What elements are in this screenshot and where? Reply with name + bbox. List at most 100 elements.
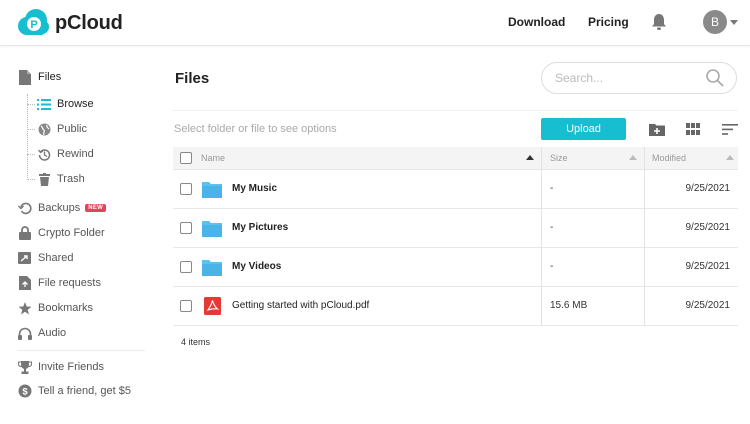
upload-button[interactable]: Upload xyxy=(541,118,626,140)
search-icon[interactable] xyxy=(706,69,724,87)
selection-hint: Select folder or file to see options xyxy=(174,123,337,135)
sidebar-item-backups[interactable]: Backups NEW xyxy=(17,199,107,217)
sidebar-item-label: Bookmarks xyxy=(38,302,94,314)
globe-icon xyxy=(37,122,51,136)
row-checkbox[interactable] xyxy=(180,183,192,195)
table-header: Name Size Modified xyxy=(173,147,738,170)
column-divider xyxy=(644,209,645,248)
grid-view-icon xyxy=(686,123,700,135)
file-modified: 9/25/2021 xyxy=(685,261,731,272)
account-chevron-down-icon[interactable] xyxy=(730,20,738,25)
trash-icon xyxy=(37,172,51,186)
sidebar-item-label: Trash xyxy=(57,173,85,185)
svg-text:P: P xyxy=(30,19,37,31)
sidebar-item-label: Browse xyxy=(57,98,94,110)
column-divider xyxy=(541,287,542,326)
page-title: Files xyxy=(175,70,210,87)
row-checkbox[interactable] xyxy=(180,300,192,312)
svg-text:$: $ xyxy=(22,387,28,398)
sort-modified-icon[interactable] xyxy=(726,155,734,160)
tree-connector xyxy=(27,94,28,180)
sidebar-item-label: Files xyxy=(38,71,62,83)
dollar-icon: $ xyxy=(17,384,32,399)
table-row[interactable]: My Videos - 9/25/2021 xyxy=(173,248,738,287)
star-icon xyxy=(17,301,32,316)
tree-connector-tick xyxy=(27,104,35,105)
lock-icon xyxy=(17,226,32,241)
sidebar-item-public[interactable]: Public xyxy=(37,120,87,138)
notification-bell-icon[interactable] xyxy=(651,13,667,31)
nav-download-link[interactable]: Download xyxy=(508,15,565,29)
row-checkbox[interactable] xyxy=(180,222,192,234)
sidebar-divider xyxy=(17,350,145,351)
sidebar-item-crypto-folder[interactable]: Crypto Folder xyxy=(17,224,105,242)
file-name[interactable]: My Music xyxy=(232,183,277,194)
search-input[interactable] xyxy=(555,70,705,86)
sidebar-item-tell-a-friend[interactable]: $ Tell a friend, get $5 xyxy=(17,382,131,400)
top-header: P pCloud Download Pricing B xyxy=(0,0,750,46)
sidebar-item-label: File requests xyxy=(38,277,101,289)
history-icon xyxy=(37,147,51,161)
file-name[interactable]: My Pictures xyxy=(232,222,288,233)
sidebar-item-files[interactable]: Files xyxy=(17,68,61,86)
sort-lines-icon xyxy=(722,123,738,135)
file-name[interactable]: Getting started with pCloud.pdf xyxy=(232,300,369,311)
sidebar-item-shared[interactable]: Shared xyxy=(17,249,73,267)
table-row[interactable]: Getting started with pCloud.pdf 15.6 MB … xyxy=(173,287,738,326)
sidebar-item-label: Rewind xyxy=(57,148,94,160)
sidebar-item-browse[interactable]: Browse xyxy=(37,95,94,113)
sidebar-item-label: Public xyxy=(57,123,87,135)
sort-button[interactable] xyxy=(721,121,739,137)
sidebar-item-label: Backups xyxy=(38,202,81,214)
toolbar-divider xyxy=(173,110,738,111)
table-row[interactable]: My Music - 9/25/2021 xyxy=(173,170,738,209)
sort-size-icon[interactable] xyxy=(629,155,637,160)
folder-icon xyxy=(202,182,222,198)
tree-connector-tick xyxy=(27,154,35,155)
column-header-modified[interactable]: Modified xyxy=(652,147,686,170)
sidebar-item-bookmarks[interactable]: Bookmarks xyxy=(17,299,93,317)
sidebar-item-file-requests[interactable]: File requests xyxy=(17,274,101,292)
file-size: 15.6 MB xyxy=(550,300,588,311)
pdf-file-icon xyxy=(204,297,221,315)
new-folder-button[interactable] xyxy=(648,121,666,137)
item-count: 4 items xyxy=(181,337,211,347)
file-request-icon xyxy=(17,276,32,291)
select-all-checkbox[interactable] xyxy=(180,152,192,164)
brand-name: pCloud xyxy=(55,11,123,34)
trophy-icon xyxy=(17,360,32,375)
column-divider xyxy=(541,248,542,287)
file-table: Name Size Modified My Music - 9/25/2021 … xyxy=(173,147,738,326)
backup-icon xyxy=(17,201,32,216)
grid-view-button[interactable] xyxy=(684,121,702,137)
shared-folder-icon xyxy=(17,251,32,266)
pcloud-logo[interactable]: P pCloud xyxy=(17,8,123,38)
sidebar-item-trash[interactable]: Trash xyxy=(37,170,85,188)
sidebar-item-invite-friends[interactable]: Invite Friends xyxy=(17,358,104,376)
sidebar-item-rewind[interactable]: Rewind xyxy=(37,145,94,163)
sidebar-item-label: Crypto Folder xyxy=(38,227,105,239)
new-folder-icon xyxy=(649,123,665,136)
column-divider xyxy=(644,287,645,326)
column-divider xyxy=(541,170,542,209)
row-checkbox[interactable] xyxy=(180,261,192,273)
user-avatar[interactable]: B xyxy=(703,10,727,34)
table-row[interactable]: My Pictures - 9/25/2021 xyxy=(173,209,738,248)
sidebar-item-audio[interactable]: Audio xyxy=(17,324,66,342)
column-divider xyxy=(541,209,542,248)
folder-icon xyxy=(202,260,222,276)
sort-asc-icon[interactable] xyxy=(526,155,534,160)
column-divider xyxy=(644,248,645,287)
nav-pricing-link[interactable]: Pricing xyxy=(588,15,629,29)
file-name[interactable]: My Videos xyxy=(232,261,281,272)
tree-connector-tick xyxy=(27,129,35,130)
sidebar-item-label: Tell a friend, get $5 xyxy=(38,385,131,397)
column-header-name[interactable]: Name xyxy=(201,147,225,170)
file-size: - xyxy=(550,261,554,272)
new-badge: NEW xyxy=(85,204,107,212)
sidebar-item-label: Audio xyxy=(38,327,67,339)
column-header-size[interactable]: Size xyxy=(550,147,568,170)
pcloud-logo-icon: P xyxy=(18,9,49,35)
column-divider xyxy=(644,170,645,209)
sidebar: Files Browse Public Rewind Trash Backups… xyxy=(0,46,150,424)
